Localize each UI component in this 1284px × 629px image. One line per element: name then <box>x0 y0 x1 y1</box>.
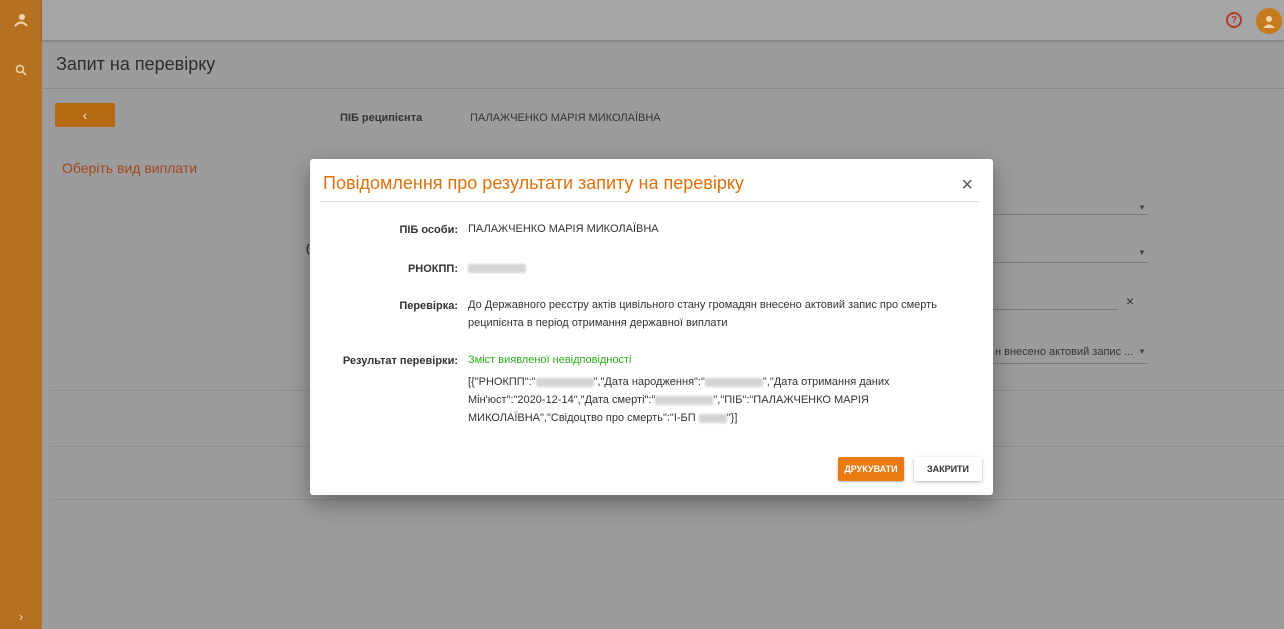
close-button[interactable]: ЗАКРИТИ <box>914 457 982 481</box>
result-json: [{"РНОКПП":" ","Дата народження":" ","Дата… <box>468 376 890 424</box>
check-type-select[interactable]: н внесено актовий запис ... <box>995 346 1133 358</box>
dropdown-arrow-icon[interactable]: ▼ <box>1138 347 1146 356</box>
title-divider <box>42 88 1284 89</box>
dialog-title: Повідомлення про результати запиту на пе… <box>323 173 744 193</box>
dialog-divider <box>320 201 979 202</box>
person-label: ПІБ особи: <box>399 224 458 236</box>
check-label: Перевірка: <box>399 300 458 312</box>
search-icon[interactable] <box>0 58 42 82</box>
user-avatar-icon[interactable] <box>1256 8 1282 34</box>
recipient-value: ПАЛАЖЧЕНКО МАРІЯ МИКОЛАЇВНА <box>470 112 661 124</box>
result-label: Результат перевірки: <box>342 355 458 367</box>
clear-icon[interactable]: × <box>1126 293 1134 309</box>
rnokpp-label: РНОКПП: <box>407 263 458 275</box>
chevron-right-icon[interactable]: › <box>0 606 42 626</box>
rnokpp-value <box>468 259 526 277</box>
person-value: ПАЛАЖЧЕНКО МАРІЯ МИКОЛАЇВНА <box>468 223 659 235</box>
result-dialog: Повідомлення про результати запиту на пе… <box>310 159 993 495</box>
back-button[interactable]: ‹ <box>55 103 115 127</box>
select-underline <box>993 363 1148 364</box>
check-value: До Державного реєстру актів цивільного с… <box>468 299 937 329</box>
select-payment-link[interactable]: Оберіть вид виплати <box>62 160 197 176</box>
print-button[interactable]: ДРУКУВАТИ <box>838 457 904 481</box>
select-underline <box>993 214 1148 215</box>
section-divider <box>50 499 1284 500</box>
result-heading: Зміст виявленої невідповідності <box>468 354 632 366</box>
side-rail: › <box>0 0 42 629</box>
recipient-label: ПІБ реципієнта <box>340 112 423 124</box>
select-underline <box>993 262 1148 263</box>
logo-icon[interactable] <box>0 8 42 32</box>
dropdown-arrow-icon[interactable]: ▼ <box>1138 203 1146 212</box>
input-underline <box>993 309 1118 310</box>
dropdown-arrow-icon[interactable]: ▼ <box>1138 248 1146 257</box>
page-title: Запит на перевірку <box>56 54 216 74</box>
close-icon[interactable]: × <box>961 175 973 195</box>
top-app-bar: ? <box>42 0 1284 40</box>
help-icon[interactable]: ? <box>1226 12 1242 28</box>
